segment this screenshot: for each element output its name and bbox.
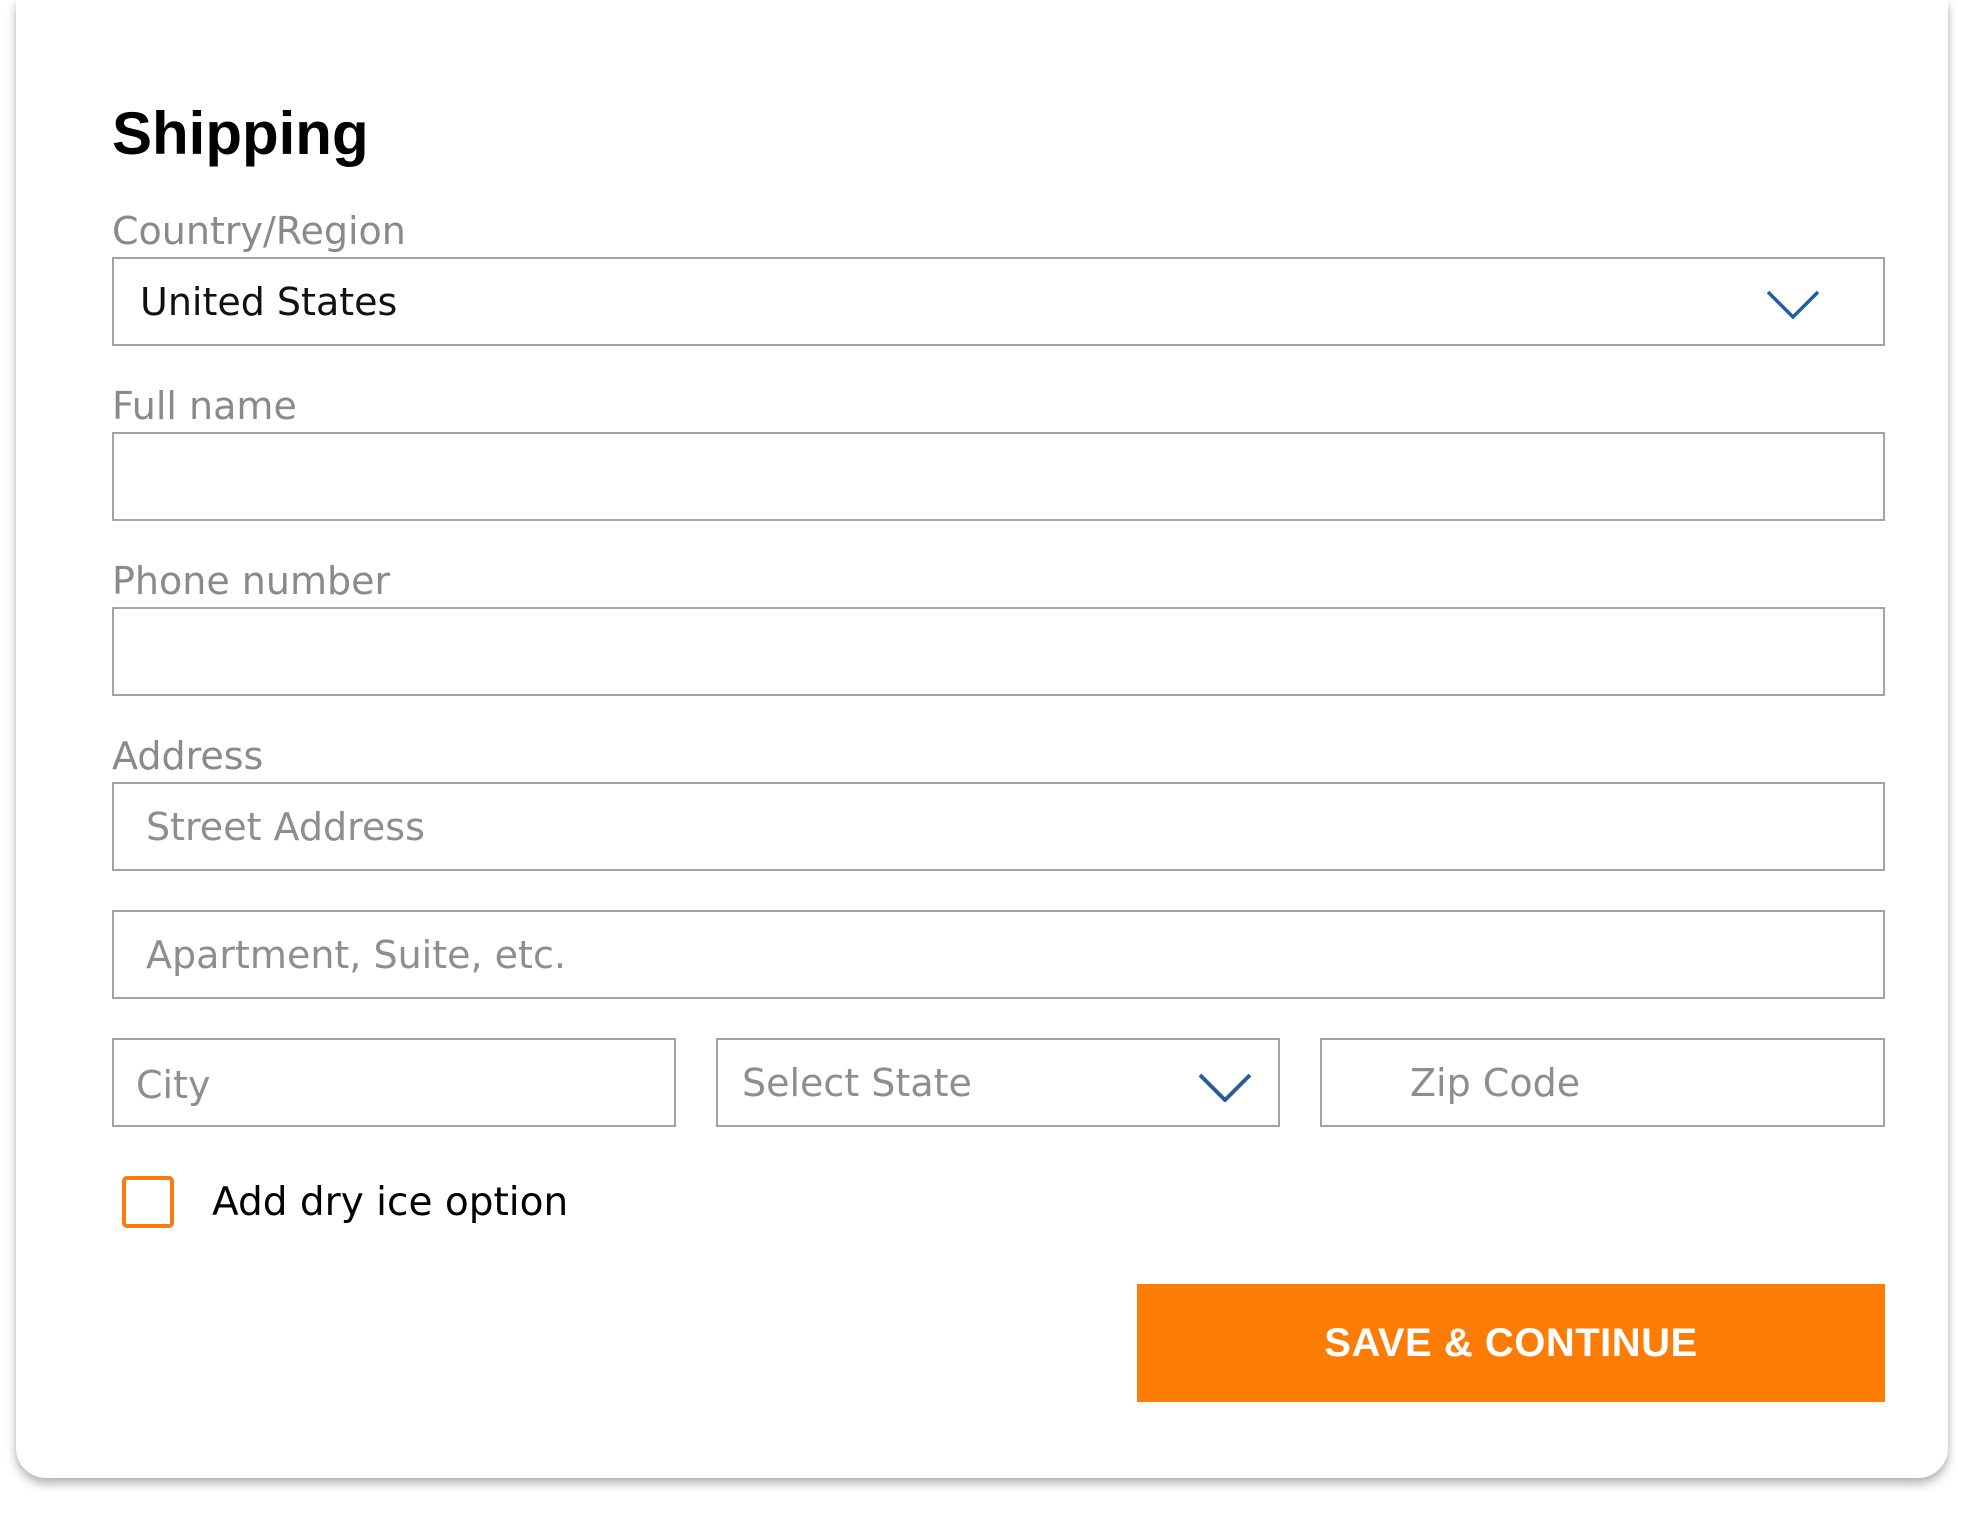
country-select-value: United States [140,279,398,324]
state-select[interactable]: Select State [716,1038,1280,1127]
form-title: Shipping [112,100,369,167]
full-name-label: Full name [112,384,297,428]
street-address-input[interactable] [114,784,1883,869]
chevron-down-icon [1766,290,1820,319]
street-address-field [112,782,1885,871]
save-continue-button[interactable]: SAVE & CONTINUE [1137,1284,1885,1402]
state-select-placeholder: Select State [742,1060,972,1105]
city-field [112,1038,676,1127]
phone-label: Phone number [112,559,391,603]
country-select[interactable]: United States [112,257,1885,346]
full-name-input[interactable] [114,434,1883,519]
city-input[interactable] [114,1040,674,1125]
dry-ice-checkbox[interactable] [122,1176,174,1228]
full-name-field [112,432,1885,521]
dry-ice-label: Add dry ice option [212,1180,569,1225]
address-label: Address [112,734,264,778]
zip-field [1320,1038,1885,1127]
country-label: Country/Region [112,209,406,253]
chevron-down-icon [1198,1073,1252,1102]
apartment-input[interactable] [114,912,1883,997]
shipping-form-card: Shipping Country/Region United States Fu… [16,0,1948,1478]
phone-input[interactable] [114,609,1883,694]
zip-input[interactable] [1322,1040,1883,1125]
phone-field [112,607,1885,696]
apartment-field [112,910,1885,999]
